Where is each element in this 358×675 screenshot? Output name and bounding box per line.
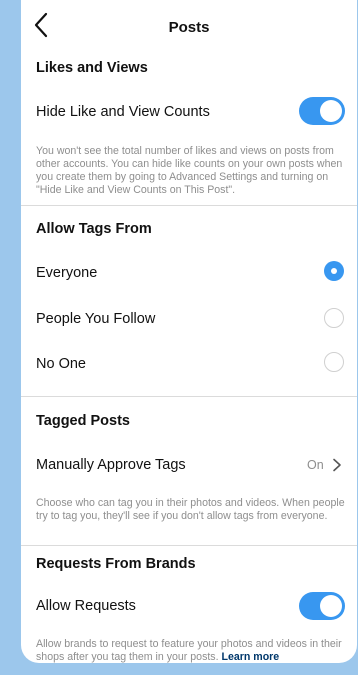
approve-tags-label: Manually Approve Tags bbox=[36, 457, 186, 473]
page-title: Posts bbox=[168, 19, 210, 36]
radio-unselected-icon[interactable] bbox=[324, 352, 344, 372]
allow-requests-label: Allow Requests bbox=[36, 598, 136, 614]
section-title-brands: Requests From Brands bbox=[36, 556, 196, 572]
settings-screen: Posts Likes and Views Hide Like and View… bbox=[21, 0, 357, 663]
brands-description-text: Allow brands to request to feature your … bbox=[36, 638, 342, 663]
radio-selected-icon[interactable] bbox=[324, 261, 344, 281]
allow-requests-toggle[interactable] bbox=[299, 592, 345, 620]
tagged-posts-description: Choose who can tag you in their photos a… bbox=[36, 497, 345, 522]
radio-unselected-icon[interactable] bbox=[324, 308, 344, 328]
brands-description: Allow brands to request to feature your … bbox=[36, 638, 346, 663]
toggle-knob bbox=[320, 595, 342, 617]
hide-counts-toggle[interactable] bbox=[299, 97, 345, 125]
divider bbox=[21, 545, 357, 546]
radio-label: Everyone bbox=[36, 265, 98, 281]
navigation-bar: Posts bbox=[21, 0, 357, 48]
section-title-allow-tags: Allow Tags From bbox=[36, 221, 152, 237]
section-title-likes-views: Likes and Views bbox=[36, 60, 148, 76]
radio-label: People You Follow bbox=[36, 311, 156, 327]
section-title-tagged-posts: Tagged Posts bbox=[36, 413, 130, 429]
divider bbox=[21, 205, 357, 206]
chevron-right-icon bbox=[333, 458, 341, 472]
learn-more-link[interactable]: Learn more bbox=[222, 651, 280, 663]
radio-label: No One bbox=[36, 356, 86, 372]
hide-counts-label: Hide Like and View Counts bbox=[36, 104, 210, 120]
divider bbox=[21, 396, 357, 397]
likes-views-description: You won't see the total number of likes … bbox=[36, 145, 343, 196]
toggle-knob bbox=[320, 100, 342, 122]
approve-tags-value: On bbox=[307, 458, 324, 472]
